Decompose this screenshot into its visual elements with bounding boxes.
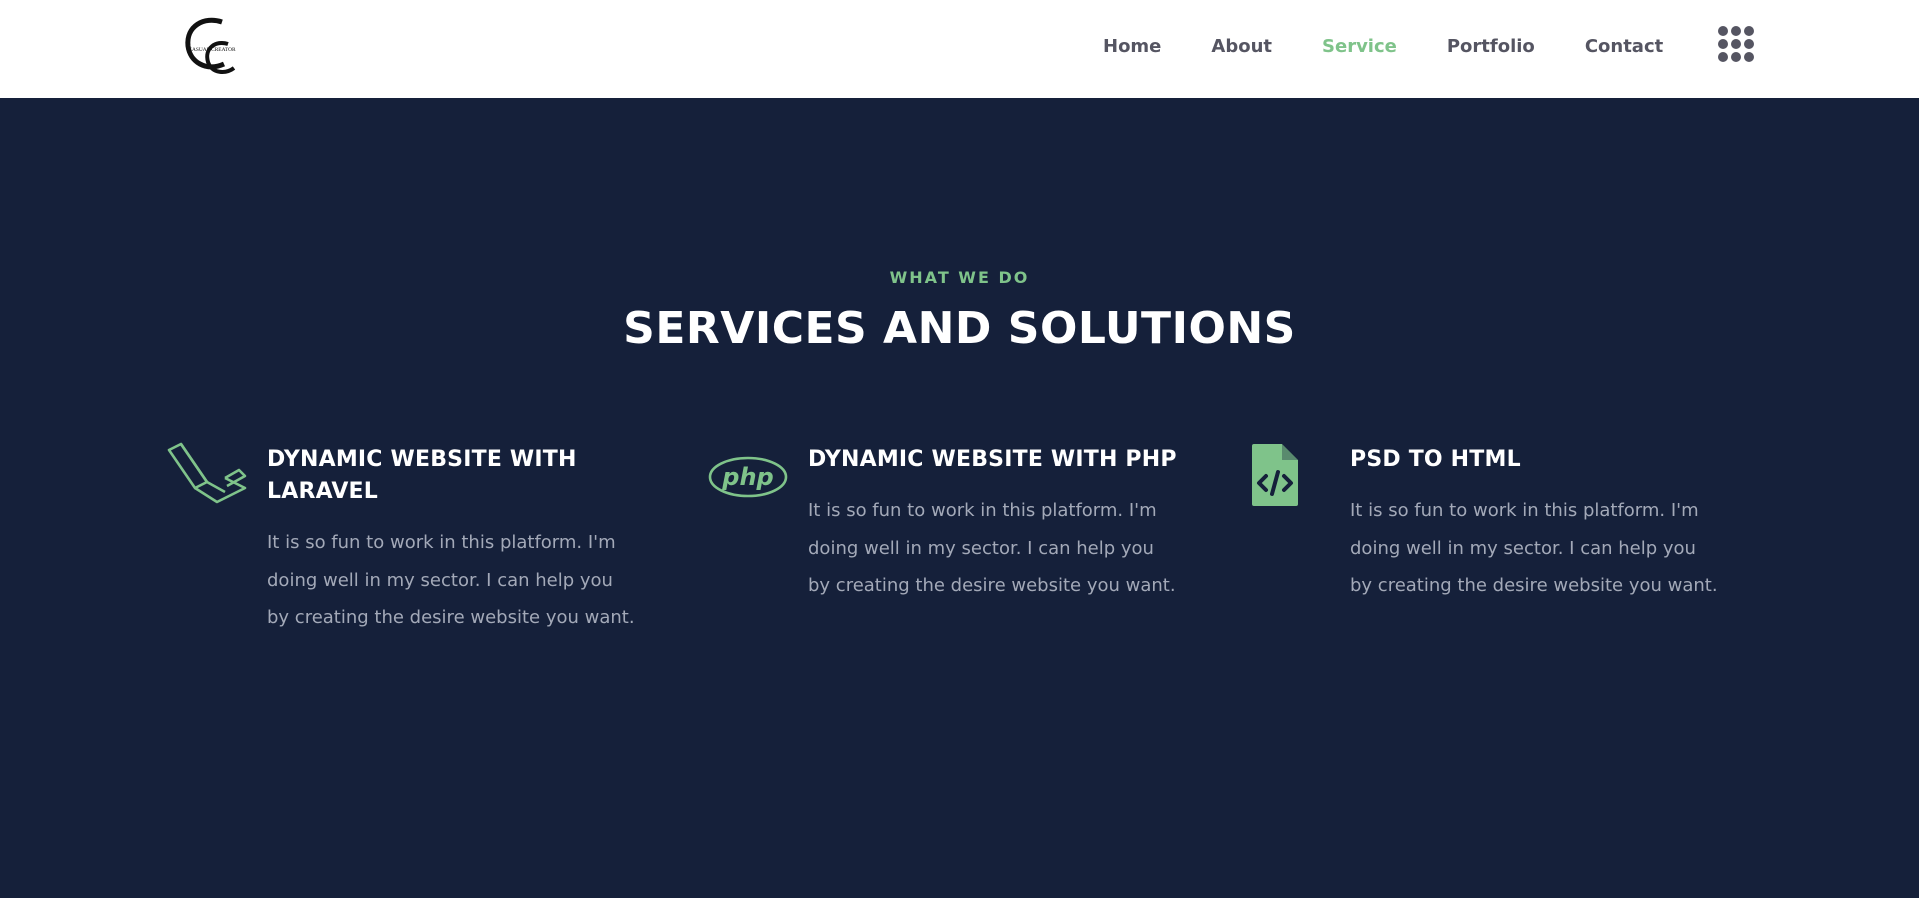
service-title: DYNAMIC WEBSITE WITH LARAVEL	[267, 447, 577, 504]
code-file-icon	[1250, 442, 1300, 508]
service-description: It is so fun to work in this platform. I…	[267, 532, 635, 628]
nav-home-link[interactable]: Home	[1103, 36, 1161, 57]
service-title: DYNAMIC WEBSITE WITH PHP	[808, 447, 1177, 472]
svg-text:CASUAL CREATOR: CASUAL CREATOR	[188, 47, 236, 53]
service-card-laravel: DYNAMIC WEBSITE WITH LARAVEL It is so fu…	[167, 442, 687, 642]
grid-dots-icon	[1718, 26, 1728, 36]
main-nav: Home About Service Portfolio Contact	[1103, 30, 1663, 62]
section-subtitle: WHAT WE DO	[889, 268, 1030, 287]
service-card-psd-to-html: PSD TO HTML It is so fun to work in this…	[1250, 442, 1770, 642]
grid-menu-button[interactable]	[1718, 26, 1756, 64]
nav-portfolio-link[interactable]: Portfolio	[1447, 36, 1535, 57]
logo-image: CASUAL CREATOR	[185, 17, 236, 74]
svg-text:php: php	[721, 463, 773, 491]
service-description: It is so fun to work in this platform. I…	[1350, 500, 1718, 596]
nav-about-link[interactable]: About	[1211, 36, 1272, 57]
service-card-php: php DYNAMIC WEBSITE WITH PHP It is so fu…	[708, 442, 1228, 642]
service-title: PSD TO HTML	[1350, 447, 1521, 472]
service-description: It is so fun to work in this platform. I…	[808, 500, 1176, 596]
laravel-icon	[167, 442, 247, 504]
navbar: CASUAL CREATOR Home About Service Portfo…	[0, 0, 1919, 98]
nav-contact-link[interactable]: Contact	[1585, 36, 1663, 57]
section-title: SERVICES AND SOLUTIONS	[623, 303, 1296, 354]
php-icon: php	[708, 456, 788, 498]
nav-service-link[interactable]: Service	[1322, 36, 1397, 57]
site-logo[interactable]: CASUAL CREATOR	[182, 14, 242, 78]
